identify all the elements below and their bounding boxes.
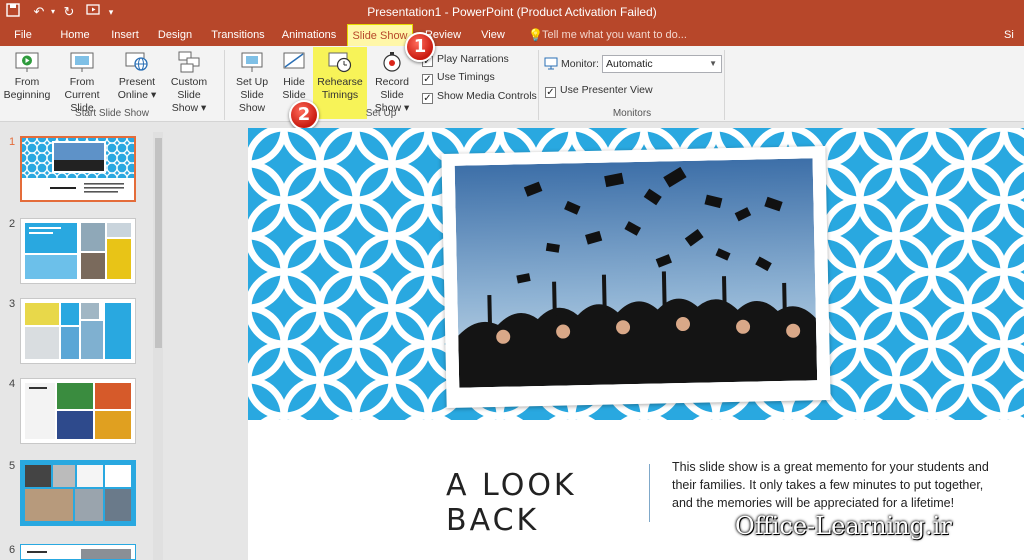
thumbnail-scroll-thumb[interactable]: [155, 138, 162, 348]
custom-slide-show-button[interactable]: Custom Slide Show ▾: [158, 48, 220, 114]
monitor-label: Monitor:: [561, 58, 599, 70]
slide-thumbnail-2[interactable]: [20, 218, 136, 284]
rehearse-label-1: Rehearse: [317, 76, 363, 88]
hide-slide-icon: [283, 52, 305, 69]
play-narrations-checkbox[interactable]: ✓ Play Narrations: [422, 51, 509, 67]
step-badge-2: 2: [289, 100, 319, 130]
lightbulb-icon: 💡: [528, 28, 543, 42]
set-up-slide-show-button[interactable]: Set Up Slide Show: [228, 48, 276, 114]
hide-slide-button[interactable]: Hide Slide: [278, 48, 310, 106]
slide-thumbnail-5[interactable]: [20, 460, 136, 526]
monitor-select-value: Automatic: [606, 58, 653, 70]
custom-show-label-1: Custom Slide: [170, 76, 208, 101]
tab-design[interactable]: Design: [152, 24, 198, 46]
group-label-start-slide-show: Start Slide Show: [75, 108, 149, 119]
from-current-slide-icon: [70, 52, 94, 72]
hide-slide-label-1: Hide: [283, 76, 305, 88]
chevron-down-icon: ▼: [709, 59, 717, 68]
user-name[interactable]: Si: [1004, 24, 1024, 46]
slide-canvas[interactable]: A LOOK BACK This slide show is a great m…: [248, 128, 1024, 560]
slide-number: 1: [9, 136, 16, 148]
presenter-view-label: Use Presenter View: [560, 84, 653, 96]
title-divider: [649, 464, 650, 522]
graduation-photo: [454, 158, 818, 388]
globe-icon: [125, 52, 148, 71]
slide-thumbnail-6[interactable]: [20, 544, 136, 560]
checkbox-checked-icon: ✓: [422, 93, 433, 104]
record-slide-show-icon: [383, 52, 401, 72]
thumbnail-6-preview: [25, 549, 131, 559]
group-separator: [724, 50, 725, 120]
slide-thumbnail-1[interactable]: [20, 136, 136, 202]
slide-title[interactable]: A LOOK BACK: [446, 468, 626, 538]
from-beginning-label-2: Beginning: [3, 89, 51, 101]
group-separator: [538, 50, 539, 120]
window-title: Presentation1 - PowerPoint (Product Acti…: [367, 5, 657, 19]
from-beginning-icon: [15, 52, 39, 72]
slide-thumbnail-4[interactable]: [20, 378, 136, 444]
present-online-label-2: Online ▾: [117, 89, 157, 101]
rehearse-timings-icon: [328, 52, 352, 73]
show-media-controls-checkbox[interactable]: ✓ Show Media Controls: [422, 88, 537, 104]
thumbnail-2-preview: [25, 223, 131, 279]
title-bar: ↶ ▾ ↻ ▾ Presentation1 - PowerPoint (Prod…: [0, 0, 1024, 24]
slide-number: 3: [9, 298, 16, 310]
use-timings-checkbox[interactable]: ✓ Use Timings: [422, 69, 495, 85]
tell-me-search[interactable]: Tell me what you want to do...: [542, 24, 687, 46]
rehearse-label-2: Timings: [321, 89, 359, 101]
show-media-label: Show Media Controls: [437, 90, 537, 102]
thumbnail-4-preview: [25, 383, 131, 439]
tab-file[interactable]: File: [0, 24, 46, 46]
tab-slide-show[interactable]: Slide Show: [347, 24, 413, 46]
from-beginning-label-1: From: [14, 76, 40, 88]
tab-home[interactable]: Home: [54, 24, 96, 46]
use-timings-label: Use Timings: [437, 71, 495, 83]
from-current-label-1: From: [69, 76, 95, 88]
from-beginning-button[interactable]: From Beginning: [2, 48, 52, 106]
watermark: Office-Learning.ir: [735, 512, 952, 540]
group-separator: [224, 50, 225, 120]
monitor-icon: [544, 57, 558, 70]
play-narrations-label: Play Narrations: [437, 53, 509, 65]
tab-transitions[interactable]: Transitions: [206, 24, 270, 46]
rehearse-timings-button[interactable]: Rehearse Timings: [314, 48, 366, 106]
ribbon-tabs: File Home Insert Design Transitions Anim…: [0, 24, 1024, 46]
custom-slide-show-icon: [178, 51, 200, 73]
checkbox-checked-icon: ✓: [545, 87, 556, 98]
monitor-select[interactable]: Automatic ▼: [602, 55, 722, 73]
tab-animations[interactable]: Animations: [276, 24, 342, 46]
slide-number: 2: [9, 218, 16, 230]
set-up-slide-show-icon: [241, 52, 263, 72]
present-online-button[interactable]: Present Online ▾: [116, 48, 158, 106]
from-current-slide-button[interactable]: From Current Slide: [52, 48, 112, 114]
slide-number: 6: [9, 544, 16, 556]
slide-body-text[interactable]: This slide show is a great memento for y…: [672, 458, 992, 512]
checkbox-checked-icon: ✓: [422, 74, 433, 85]
record-label-1: Record Slide: [375, 76, 409, 101]
thumbnail-5-preview: [21, 461, 135, 525]
use-presenter-view-checkbox[interactable]: ✓ Use Presenter View: [545, 82, 653, 98]
group-label-monitors: Monitors: [612, 108, 652, 119]
group-label-set-up: Set Up: [365, 108, 397, 119]
tab-view[interactable]: View: [474, 24, 512, 46]
thumbnail-1-preview: [22, 138, 134, 193]
slide-number: 4: [9, 378, 16, 390]
present-online-label-1: Present: [118, 76, 156, 88]
tab-insert[interactable]: Insert: [104, 24, 146, 46]
set-up-label-1: Set Up: [235, 76, 269, 88]
slide-number: 5: [9, 460, 16, 472]
thumbnail-3-preview: [25, 303, 131, 359]
photo-frame[interactable]: [441, 146, 831, 408]
step-badge-1: 1: [405, 32, 435, 62]
slide-thumbnail-3[interactable]: [20, 298, 136, 364]
